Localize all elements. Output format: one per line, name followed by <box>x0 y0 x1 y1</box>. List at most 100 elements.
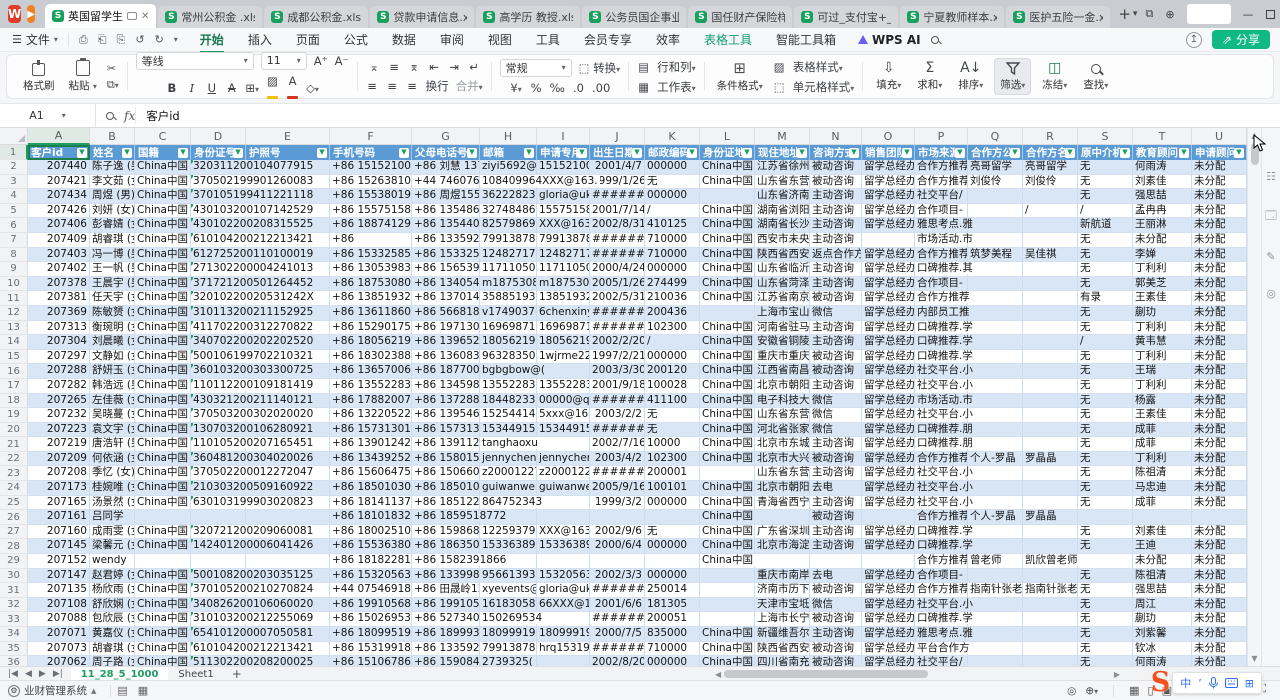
cell[interactable]: 冯一博 (男 <box>90 248 135 263</box>
table-header-cell[interactable]: 身份证地▼ <box>700 145 755 160</box>
cell[interactable]: 210303200509160922 <box>191 481 246 496</box>
filter-button[interactable]: 筛选▾ <box>994 58 1031 95</box>
cell[interactable]: 00000@qq( <box>537 394 590 409</box>
cell[interactable]: China中国 <box>135 394 191 409</box>
cell[interactable]: gloria@uk( <box>537 189 590 204</box>
cell[interactable] <box>968 598 1023 613</box>
cell[interactable] <box>1023 291 1078 306</box>
cell[interactable]: 181305 <box>645 598 700 613</box>
cell[interactable]: 被动咨询 <box>810 175 862 190</box>
cell[interactable]: China中国 <box>700 204 755 219</box>
cell[interactable]: 李婵 <box>1133 248 1192 263</box>
cell[interactable]: 汤景然 (女 <box>90 496 135 511</box>
cell[interactable]: 未分配 <box>1192 160 1247 175</box>
cell[interactable]: 无 <box>1078 321 1133 336</box>
cell[interactable]: +86 18056219 <box>330 335 412 350</box>
cell[interactable]: 153449155 <box>480 423 537 438</box>
paste-button[interactable]: 粘贴 ▾ <box>65 60 101 93</box>
cell[interactable]: 李文茹 (女 <box>90 175 135 190</box>
cell[interactable]: 362228235 <box>480 189 537 204</box>
cell[interactable]: 王瑞 <box>1133 364 1192 379</box>
cell[interactable]: 周煜 (男) <box>90 189 135 204</box>
file-tab[interactable]: S贷款申请信息.xlsx <box>370 6 474 28</box>
cell[interactable]: 207209 <box>28 452 90 467</box>
cell[interactable]: 山东省济南 <box>755 189 810 204</box>
cell[interactable]: 安徽省铜陵 <box>755 335 810 350</box>
table-header-cell[interactable]: 申请顾问▼ <box>1192 145 1247 160</box>
filter-dropdown-icon[interactable]: ▼ <box>632 148 642 158</box>
system-badge[interactable]: ⚙ 业财管理系统 ▲ <box>0 683 104 698</box>
cell[interactable] <box>968 335 1023 350</box>
cell[interactable]: 舒欣娴 (女 <box>90 598 135 613</box>
menu-item-11[interactable]: 表格工具 <box>692 28 764 51</box>
cell[interactable]: 无 <box>1078 364 1133 379</box>
cell[interactable]: 135522836 <box>480 379 537 394</box>
row-header-9[interactable]: 9 <box>0 262 28 277</box>
column-header-M[interactable]: M <box>755 128 810 145</box>
cell[interactable]: China中国 <box>700 452 755 467</box>
cell[interactable]: +86 15106786 <box>330 656 412 666</box>
table-header-cell[interactable]: 客户id▼ <box>28 145 90 160</box>
cell[interactable]: 赵君婷 (女 <box>90 569 135 584</box>
filter-dropdown-icon[interactable]: ▼ <box>317 148 327 158</box>
cell[interactable]: 274499 <box>645 277 700 292</box>
row-header-32[interactable]: 32 <box>0 598 28 613</box>
dock-layout-icon[interactable]: 🗔 <box>1265 207 1277 226</box>
cell[interactable]: 蒯玏 <box>1133 612 1192 627</box>
cell[interactable]: China中国 <box>135 569 191 584</box>
menu-item-7[interactable]: 视图 <box>476 28 524 51</box>
cell[interactable]: 200436 <box>645 306 700 321</box>
cell[interactable]: 207147 <box>28 569 90 584</box>
cell[interactable]: 630103199903020823 <box>191 496 246 511</box>
center-view-icon[interactable]: ⊕▾ <box>1085 685 1098 697</box>
cell[interactable]: 207223 <box>28 423 90 438</box>
cell[interactable]: 无 <box>1078 583 1133 598</box>
cell[interactable]: 个人-罗晶 <box>968 452 1023 467</box>
cell[interactable]: 124827175 <box>537 248 590 263</box>
cell[interactable] <box>135 510 191 525</box>
cell[interactable]: 未分配 <box>1133 233 1192 248</box>
cell[interactable]: 主动咨询 <box>810 321 862 336</box>
cell[interactable]: 612725200110100019 <box>191 248 246 263</box>
cell[interactable]: 社交平台/ <box>915 656 968 666</box>
cell[interactable]: ######### <box>590 642 645 657</box>
cell[interactable]: 610104200212213421 <box>191 233 246 248</box>
cell[interactable]: 207173 <box>28 481 90 496</box>
cell[interactable]: 包欣辰 (女 <box>90 612 135 627</box>
cell[interactable]: v1749037( <box>480 306 537 321</box>
cell[interactable]: 000000 <box>645 656 700 666</box>
cell[interactable]: 108409964XXX@163. <box>480 175 537 190</box>
cell[interactable]: +86 1573130169 <box>412 423 480 438</box>
cell[interactable] <box>1023 262 1078 277</box>
cell[interactable]: +86 15538019 <box>330 189 412 204</box>
cell[interactable]: 天津市宝坻 <box>755 598 810 613</box>
cell[interactable]: 未分配 <box>1192 291 1247 306</box>
cell[interactable] <box>1023 539 1078 554</box>
row-header-26[interactable]: 26 <box>0 510 28 525</box>
cell[interactable]: 963283501 <box>480 350 537 365</box>
cell[interactable]: China中国 <box>135 364 191 379</box>
worksheet-button[interactable]: 工作表▾ <box>657 79 696 95</box>
cell[interactable]: 市场活动.市 <box>915 394 968 409</box>
cell[interactable]: +86 15731301 <box>330 423 412 438</box>
cell[interactable]: 207071 <box>28 627 90 642</box>
cell[interactable]: 王素佳 <box>1133 408 1192 423</box>
cell[interactable]: wendy <box>90 554 135 569</box>
cell[interactable]: 250014 <box>645 583 700 598</box>
search-icon[interactable] <box>931 36 939 44</box>
cell[interactable]: 2005/1/26 <box>590 277 645 292</box>
cell[interactable]: 留学总经办 <box>862 350 915 365</box>
cell[interactable]: 未分配 <box>1192 583 1247 598</box>
cell[interactable]: +86 1395468251 <box>412 408 480 423</box>
cell[interactable]: +86 18099519 <box>330 627 412 642</box>
cell[interactable]: 留学总经办 <box>862 262 915 277</box>
cell[interactable]: 未分配 <box>1192 423 1247 438</box>
cell[interactable]: 未分配 <box>1192 262 1247 277</box>
vertical-scrollbar[interactable]: ▲ ▼ <box>1247 128 1261 666</box>
cell[interactable]: 169698712 <box>537 321 590 336</box>
cell[interactable]: 未分配 <box>1192 218 1247 233</box>
sum-button[interactable]: Σ 求和▾ <box>912 59 947 94</box>
cell[interactable]: 100028 <box>645 379 700 394</box>
cell[interactable]: China中国 <box>700 408 755 423</box>
upload-icon[interactable]: ↥ <box>1186 32 1202 48</box>
